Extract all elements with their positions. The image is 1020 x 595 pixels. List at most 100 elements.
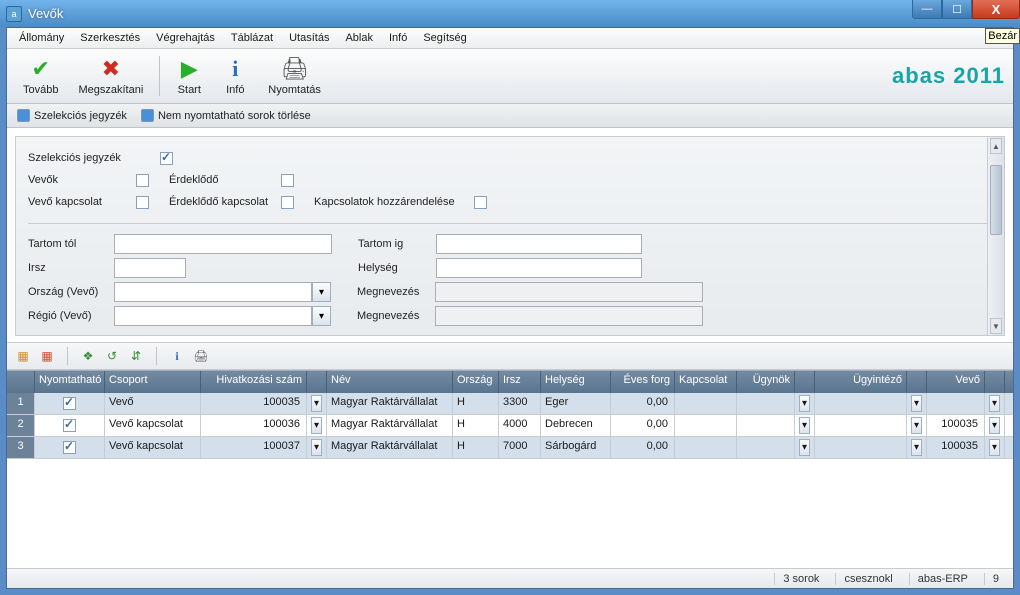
helyseg-label: Helység	[358, 262, 436, 274]
menu-szerkesztes[interactable]: Szerkesztés	[72, 30, 148, 46]
vevok-checkbox[interactable]	[136, 174, 149, 187]
header-nyomtathato[interactable]: Nyomtatható	[35, 371, 105, 393]
form-scrollbar[interactable]: ▲ ▼	[987, 136, 1005, 336]
info-button[interactable]: i Infó	[212, 54, 258, 98]
cell-nyomtathato[interactable]	[35, 415, 105, 436]
vevokapcsolat-checkbox[interactable]	[136, 196, 149, 209]
cell-ugynok	[737, 415, 795, 436]
header-evesforg[interactable]: Éves forg	[611, 371, 675, 393]
orszagvevo-input[interactable]	[114, 282, 312, 302]
start-button[interactable]: ▶ Start	[166, 54, 212, 98]
menu-ablak[interactable]: Ablak	[337, 30, 381, 46]
cell-ugyintezo	[815, 415, 907, 436]
brand-label: abas 2011	[892, 63, 1005, 89]
header-helyseg[interactable]: Helység	[541, 371, 611, 393]
cell-lookup[interactable]: ▾	[985, 437, 1005, 458]
menu-vegrehajtas[interactable]: Végrehajtás	[148, 30, 223, 46]
scroll-up-icon[interactable]: ▲	[990, 138, 1002, 154]
grid-tb-sep	[67, 347, 68, 365]
erdekkapcsolat-checkbox[interactable]	[281, 196, 294, 209]
erdeklodo-label: Érdeklődő	[169, 174, 281, 186]
grid-btn1[interactable]: ▦	[15, 348, 31, 364]
table-row[interactable]: 1Vevő100035▾Magyar RaktárvállalatH3300Eg…	[7, 393, 1013, 415]
regiovevo-lookup-button[interactable]: ▾	[312, 306, 331, 326]
grid-btn2[interactable]: ▦	[39, 348, 55, 364]
cell-lookup[interactable]: ▾	[985, 393, 1005, 414]
cell-lookup[interactable]: ▾	[907, 415, 927, 436]
print-icon: 🖨	[282, 56, 308, 82]
table-row[interactable]: 2Vevő kapcsolat100036▾Magyar Raktárválla…	[7, 415, 1013, 437]
header-kapcsolat[interactable]: Kapcsolat	[675, 371, 737, 393]
orszagvevo-lookup-button[interactable]: ▾	[312, 282, 331, 302]
header-ugynok[interactable]: Ügynök	[737, 371, 795, 393]
menu-utasitas[interactable]: Utasítás	[281, 30, 337, 46]
header-hivatkozasi[interactable]: Hivatkozási szám	[201, 371, 307, 393]
grid-print-button[interactable]: 🖨	[193, 348, 209, 364]
tartomig-label: Tartom ig	[358, 238, 436, 250]
megnev2-label: Megnevezés	[357, 310, 435, 322]
header-ugyintezo[interactable]: Ügyintéző	[815, 371, 907, 393]
form-area: Szelekciós jegyzék Vevők Érdeklődő Vevő …	[7, 128, 1013, 336]
cancel-icon: ✖	[98, 56, 124, 82]
menu-allomany[interactable]: Állomány	[11, 30, 72, 46]
cell-lookup[interactable]: ▾	[795, 437, 815, 458]
menu-info[interactable]: Infó	[381, 30, 415, 46]
toolbar-separator	[159, 56, 160, 96]
maximize-button[interactable]: ☐	[942, 0, 972, 19]
row-number: 3	[7, 437, 35, 458]
cell-lookup[interactable]: ▾	[795, 393, 815, 414]
scroll-down-icon[interactable]: ▼	[990, 318, 1002, 334]
cell-irsz: 4000	[499, 415, 541, 436]
close-button[interactable]: X	[972, 0, 1020, 19]
header-csoport[interactable]: Csoport	[105, 371, 201, 393]
irsz-input[interactable]	[114, 258, 186, 278]
tovabb-button[interactable]: ✔ Tovább	[13, 54, 68, 98]
cell-hivatkozasi: 100035	[201, 393, 307, 414]
nyomtatas-button[interactable]: 🖨 Nyomtatás	[258, 54, 331, 98]
szelekcio-checkbox[interactable]	[160, 152, 173, 165]
helyseg-input[interactable]	[436, 258, 642, 278]
tab-indicator-icon	[17, 109, 30, 122]
tab-nemnyomt[interactable]: Nem nyomtatható sorok törlése	[141, 109, 311, 122]
form-separator	[28, 223, 992, 224]
header-irsz[interactable]: Irsz	[499, 371, 541, 393]
header-vevo[interactable]: Vevő	[927, 371, 985, 393]
cell-lookup[interactable]: ▾	[985, 415, 1005, 436]
erdeklodo-checkbox[interactable]	[281, 174, 294, 187]
cell-lookup[interactable]: ▾	[307, 437, 327, 458]
cell-helyseg: Sárbogárd	[541, 437, 611, 458]
cell-nyomtathato[interactable]	[35, 437, 105, 458]
cell-evesforg: 0,00	[611, 393, 675, 414]
regiovevo-input[interactable]	[114, 306, 312, 326]
scroll-thumb[interactable]	[990, 165, 1002, 235]
cell-lookup[interactable]: ▾	[795, 415, 815, 436]
tartomig-input[interactable]	[436, 234, 642, 254]
minimize-button[interactable]: —	[912, 0, 942, 19]
header-lookup2	[795, 371, 815, 393]
cell-nyomtathato[interactable]	[35, 393, 105, 414]
grid-info-button[interactable]: i	[169, 348, 185, 364]
cell-lookup[interactable]: ▾	[907, 393, 927, 414]
grid-btn3[interactable]: ❖	[80, 348, 96, 364]
cell-lookup[interactable]: ▾	[307, 393, 327, 414]
menu-segitseg[interactable]: Segítség	[415, 30, 474, 46]
grid-btn5[interactable]: ⇵	[128, 348, 144, 364]
kapcshozz-checkbox[interactable]	[474, 196, 487, 209]
header-orszag[interactable]: Ország	[453, 371, 499, 393]
tab-szelekcio[interactable]: Szelekciós jegyzék	[17, 109, 127, 122]
menu-tablazat[interactable]: Táblázat	[223, 30, 281, 46]
header-nev[interactable]: Név	[327, 371, 453, 393]
tartomtol-input[interactable]	[114, 234, 332, 254]
tabstrip: Szelekciós jegyzék Nem nyomtatható sorok…	[7, 104, 1013, 128]
data-grid: Nyomtatható Csoport Hivatkozási szám Név…	[7, 370, 1013, 459]
grid-toolbar: ▦ ▦ ❖ ↺ ⇵ i 🖨	[7, 342, 1013, 370]
cell-csoport: Vevő kapcsolat	[105, 437, 201, 458]
cell-helyseg: Debrecen	[541, 415, 611, 436]
table-row[interactable]: 3Vevő kapcsolat100037▾Magyar Raktárválla…	[7, 437, 1013, 459]
cell-lookup[interactable]: ▾	[307, 415, 327, 436]
regiovevo-label: Régió (Vevő)	[28, 310, 114, 322]
cell-ugyintezo	[815, 393, 907, 414]
cell-lookup[interactable]: ▾	[907, 437, 927, 458]
megszakitani-button[interactable]: ✖ Megszakítani	[68, 54, 153, 98]
grid-btn4[interactable]: ↺	[104, 348, 120, 364]
